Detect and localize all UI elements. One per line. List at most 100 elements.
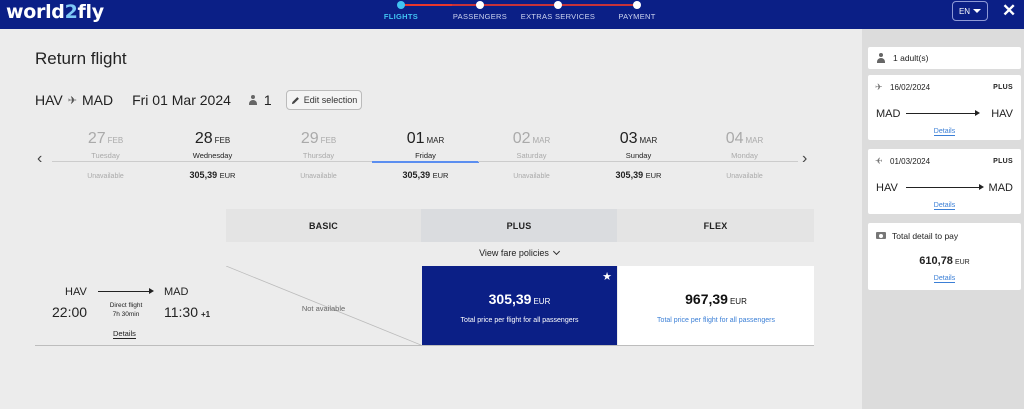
passenger-count: 1 [263, 92, 272, 108]
summary-return-fare: PLUS [993, 158, 1013, 165]
date-price: Unavailable [726, 173, 763, 180]
summary-return-to: MAD [988, 182, 1013, 194]
step-dot [554, 1, 562, 9]
date-underline [585, 161, 692, 162]
step-dot [633, 1, 641, 9]
step-dot [397, 1, 405, 9]
summary-passengers-card: 1 adult(s) [868, 47, 1021, 69]
total-details-link[interactable]: Details [868, 275, 1021, 283]
flight-duration: 7h 30min [112, 311, 140, 318]
route-arrow [906, 184, 984, 190]
date-option[interactable]: 01 MAR Friday 305,39 EUR [372, 130, 479, 185]
arrival-time: 11:30 +1 [164, 304, 211, 320]
row-divider [35, 345, 814, 346]
date-weekday: Saturday [516, 151, 547, 160]
language-selector[interactable]: EN [952, 1, 988, 21]
edit-selection-label: Edit selection [303, 95, 358, 105]
plane-icon: ✈ [67, 94, 77, 107]
flight-destination: MAD [164, 286, 189, 298]
top-bar: world2fly FLIGHTS PASSENGERS EXTRAS SERV… [0, 0, 1024, 29]
date-option[interactable]: 04 MAR Monday Unavailable [691, 130, 798, 185]
brand-logo[interactable]: world2fly [6, 1, 104, 23]
fare-unavailable-label: Not available [301, 304, 346, 313]
date-weekday: Monday [731, 151, 758, 160]
language-label: EN [958, 6, 971, 16]
date-price: 305,39 EUR [615, 170, 662, 180]
date-weekday: Wednesday [192, 151, 233, 160]
fare-cell-plus[interactable]: ★ 305,39 EUR Total price per flight for a… [422, 266, 617, 345]
date-weekday: Tuesday [91, 151, 120, 160]
edit-selection-button[interactable]: Edit selection [286, 90, 362, 110]
plane-icon: ✈ [875, 82, 883, 92]
route-origin: HAV [35, 92, 63, 108]
date-weekday: Thursday [302, 151, 335, 160]
total-amount: 610,78 EUR [919, 255, 970, 267]
summary-outbound-to: HAV [991, 108, 1013, 120]
date-day: 02 MAR [512, 130, 551, 147]
chevron-down-icon [552, 247, 560, 256]
summary-outbound-details-link[interactable]: Details [868, 128, 1021, 136]
money-icon [876, 232, 886, 239]
summary-outbound-card: ✈ 16/02/2024 PLUS MAD HAV Details [868, 75, 1021, 140]
date-option[interactable]: 28 FEB Wednesday 305,39 EUR [159, 130, 266, 185]
date-option[interactable]: 27 FEB Tuesday Unavailable [52, 130, 159, 185]
date-day: 03 MAR [619, 130, 658, 147]
view-fare-policies-label: View fare policies [479, 248, 549, 258]
view-fare-policies-link[interactable]: View fare policies [421, 247, 617, 258]
plane-icon: ✈ [875, 156, 883, 166]
route-arrow [906, 110, 980, 116]
date-day: 27 FEB [87, 130, 124, 147]
next-dates-arrow[interactable]: › [802, 150, 807, 168]
total-label: Total detail to pay [892, 231, 959, 241]
fare-header-basic: BASIC [226, 209, 421, 242]
flight-details-link[interactable]: Details [113, 329, 136, 339]
fare-cell-basic: Not available [226, 266, 421, 345]
fare-price-note: Total price per flight for all passenger… [460, 317, 579, 324]
date-underline [265, 161, 372, 162]
summary-outbound-from: MAD [876, 108, 901, 120]
date-price: Unavailable [87, 173, 124, 180]
pencil-icon [291, 96, 299, 104]
date-option[interactable]: 03 MAR Sunday 305,39 EUR [585, 130, 692, 185]
prev-dates-arrow[interactable]: ‹ [37, 150, 42, 168]
date-day: 04 MAR [725, 130, 764, 147]
date-weekday: Sunday [625, 151, 652, 160]
fare-price-flex: 967,39 EUR [685, 291, 747, 307]
summary-total-card: Total detail to pay 610,78 EUR Details [868, 223, 1021, 290]
departure-time: 22:00 [52, 304, 88, 320]
flight-info: Direct flight 7h 30min [97, 301, 155, 319]
page-title: Return flight [35, 49, 127, 68]
person-icon [248, 95, 258, 105]
direct-flight-label: Direct flight [109, 302, 143, 309]
summary-return-details-link[interactable]: Details [868, 202, 1021, 210]
date-price: Unavailable [513, 173, 550, 180]
fare-header-flex: FLEX [617, 209, 814, 242]
step-label: PAYMENT [618, 12, 656, 21]
summary-outbound-date: 16/02/2024 [890, 83, 931, 92]
date-selector: 27 FEB Tuesday Unavailable 28 FEB Wednesday 30… [52, 130, 798, 185]
fare-price-plus: 305,39 EUR [488, 291, 551, 307]
day-offset: +1 [201, 310, 211, 319]
date-underline [159, 161, 266, 162]
summary-outbound-fare: PLUS [993, 84, 1013, 91]
step-payment[interactable]: PAYMENT [587, 0, 687, 21]
date-day: 01 MAR [406, 130, 445, 147]
route-destination: MAD [81, 92, 114, 108]
flight-origin: HAV [65, 286, 87, 298]
route-date: Fri 01 Mar 2024 [132, 92, 231, 108]
date-option[interactable]: 02 MAR Saturday Unavailable [478, 130, 585, 185]
date-underline [372, 161, 479, 163]
date-price: Unavailable [300, 173, 337, 180]
summary-passengers: 1 adult(s) [893, 53, 929, 63]
summary-return-card: ✈ 01/03/2024 PLUS HAV MAD Details [868, 149, 1021, 214]
fare-cell-flex[interactable]: 967,39 EUR Total price per flight for all… [618, 266, 814, 345]
fare-price-note: Total price per flight for all passenger… [657, 317, 775, 324]
flight-route-arrow [98, 288, 154, 294]
date-option[interactable]: 29 FEB Thursday Unavailable [265, 130, 372, 185]
summary-return-date: 01/03/2024 [890, 157, 931, 166]
route-summary: HAV ✈ MAD Fri 01 Mar 2024 1 [35, 92, 272, 108]
date-underline [52, 161, 159, 162]
close-icon[interactable]: ✕ [1002, 1, 1016, 21]
date-weekday: Friday [415, 151, 436, 160]
booking-progress: FLIGHTS PASSENGERS EXTRAS SERVICES PAYME… [384, 0, 655, 29]
